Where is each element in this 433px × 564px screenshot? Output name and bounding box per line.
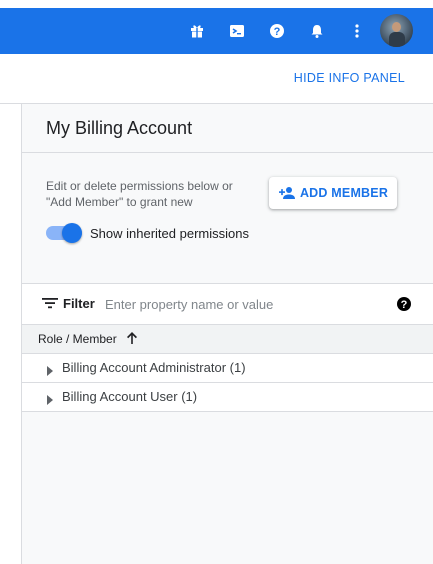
filter-help-icon[interactable]: ?	[396, 296, 412, 317]
avatar-head	[392, 22, 401, 32]
svg-text:?: ?	[401, 299, 408, 311]
window-top-strip	[0, 0, 433, 8]
expand-caret-icon[interactable]	[46, 363, 54, 381]
table-row[interactable]: Billing Account Administrator (1)	[22, 354, 433, 383]
permissions-description: Edit or delete permissions below or "Add…	[46, 179, 233, 209]
permissions-section: Edit or delete permissions below or "Add…	[22, 153, 433, 284]
person-add-icon	[278, 187, 295, 199]
table-row[interactable]: Billing Account User (1)	[22, 383, 433, 412]
user-avatar[interactable]	[380, 14, 413, 47]
cloud-shell-icon[interactable]	[225, 19, 249, 43]
hide-info-panel-button[interactable]: HIDE INFO PANEL	[294, 71, 405, 85]
filter-list-icon	[42, 296, 58, 315]
add-member-label: ADD MEMBER	[299, 186, 389, 200]
panel-title: My Billing Account	[46, 118, 193, 138]
show-inherited-toggle[interactable]	[46, 223, 82, 243]
table-header: Role / Member	[22, 325, 433, 354]
show-inherited-label: Show inherited permissions	[90, 225, 249, 241]
more-vert-icon[interactable]	[345, 19, 369, 43]
panel-title-bar: My Billing Account	[22, 104, 433, 153]
filter-label: Filter	[63, 296, 95, 311]
avatar-body	[389, 32, 405, 47]
svg-text:?: ?	[274, 26, 281, 38]
gift-icon[interactable]	[185, 19, 209, 43]
role-label: Billing Account User (1)	[62, 389, 198, 404]
sort-arrow-up-icon[interactable]	[125, 331, 139, 350]
expand-caret-icon[interactable]	[46, 392, 54, 410]
notifications-icon[interactable]	[305, 19, 329, 43]
inherited-permissions-row: Show inherited permissions	[46, 222, 249, 244]
info-panel: My Billing Account Edit or delete permis…	[22, 104, 433, 564]
help-icon[interactable]: ?	[265, 19, 289, 43]
filter-bar: Filter ?	[22, 284, 433, 325]
left-content-gutter	[0, 104, 22, 564]
role-member-column-header[interactable]: Role / Member	[38, 332, 117, 346]
add-member-button[interactable]: ADD MEMBER	[269, 177, 397, 209]
top-app-bar: ?	[0, 8, 433, 54]
info-panel-header: HIDE INFO PANEL	[0, 54, 433, 104]
filter-input[interactable]	[105, 292, 365, 316]
toggle-thumb	[62, 223, 82, 243]
role-label: Billing Account Administrator (1)	[62, 360, 246, 375]
